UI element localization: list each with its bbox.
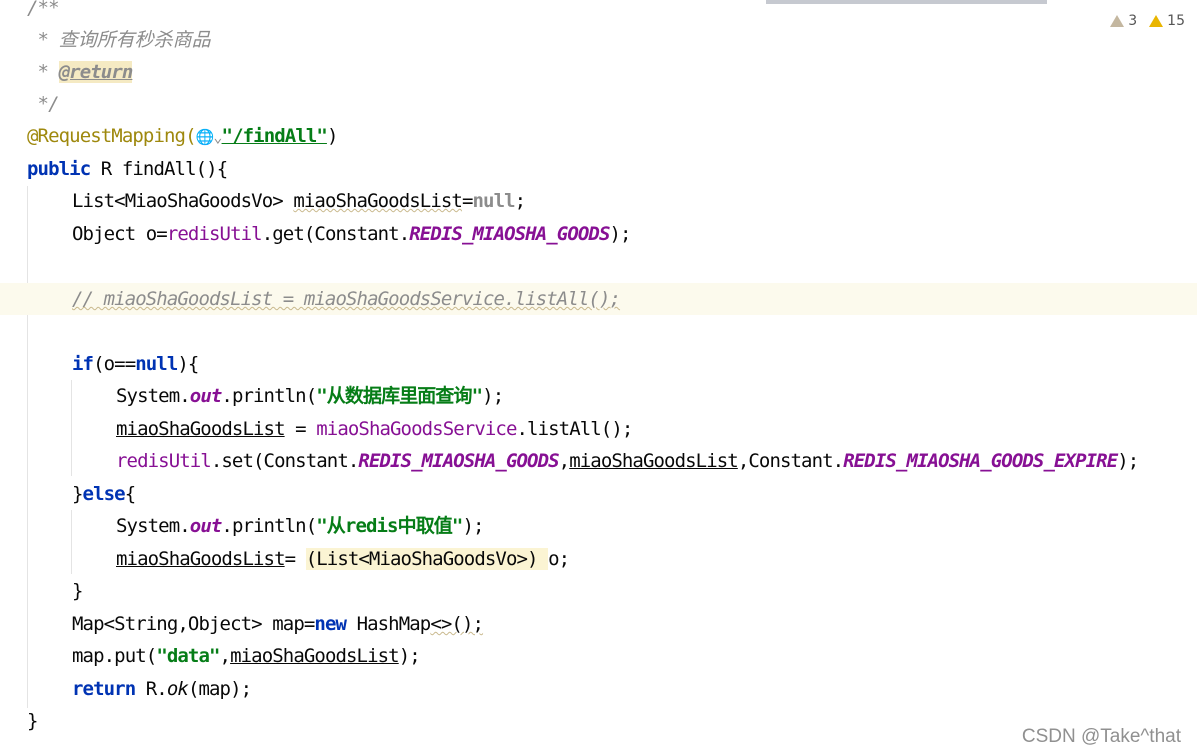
code-line: public R findAll(){: [27, 158, 228, 180]
code-line: @RequestMapping(🌐⌄"/findAll"): [27, 120, 1197, 152]
code-line: map.put("data",miaoShaGoodsList);: [72, 645, 421, 667]
code-line: miaoShaGoodsList = miaoShaGoodsService.l…: [116, 418, 633, 440]
javadoc-tag: @return: [58, 61, 133, 83]
code-line: }: [72, 580, 83, 602]
code-line: return R.ok(map);: [72, 678, 252, 700]
watermark: CSDN @Take^that: [1021, 726, 1181, 747]
code-line: }else{: [72, 483, 136, 505]
code-line: miaoShaGoodsList= (List<MiaoShaGoodsVo>)…: [116, 548, 570, 570]
indent-guide: [71, 380, 72, 476]
indent-guide: [27, 186, 28, 708]
code-line: List<MiaoShaGoodsVo> miaoShaGoodsList=nu…: [72, 190, 526, 212]
redundant-cast-highlight: (List<MiaoShaGoodsVo>): [305, 548, 549, 570]
indent-guide: [71, 510, 72, 574]
code-line: System.out.println("从数据库里面查询");: [116, 385, 504, 407]
current-line: // miaoShaGoodsList = miaoShaGoodsServic…: [0, 283, 1197, 315]
code-line: if(o==null){: [72, 353, 199, 375]
code-editor[interactable]: /** * 查询所有秒杀商品 * @return */ @RequestMapp…: [0, 0, 1197, 755]
code-line: /**: [27, 0, 60, 19]
code-line: * 查询所有秒杀商品: [27, 29, 211, 51]
code-line: System.out.println("从redis中取值");: [116, 515, 484, 537]
code-line: Map<String,Object> map=new HashMap<>();: [72, 613, 484, 635]
code-line: Object o=redisUtil.get(Constant.REDIS_MI…: [72, 223, 631, 245]
code-line: */: [27, 93, 60, 115]
code-line: redisUtil.set(Constant.REDIS_MIAOSHA_GOO…: [116, 450, 1139, 472]
globe-icon[interactable]: 🌐⌄: [196, 121, 223, 153]
code-line: * @return: [27, 61, 133, 83]
